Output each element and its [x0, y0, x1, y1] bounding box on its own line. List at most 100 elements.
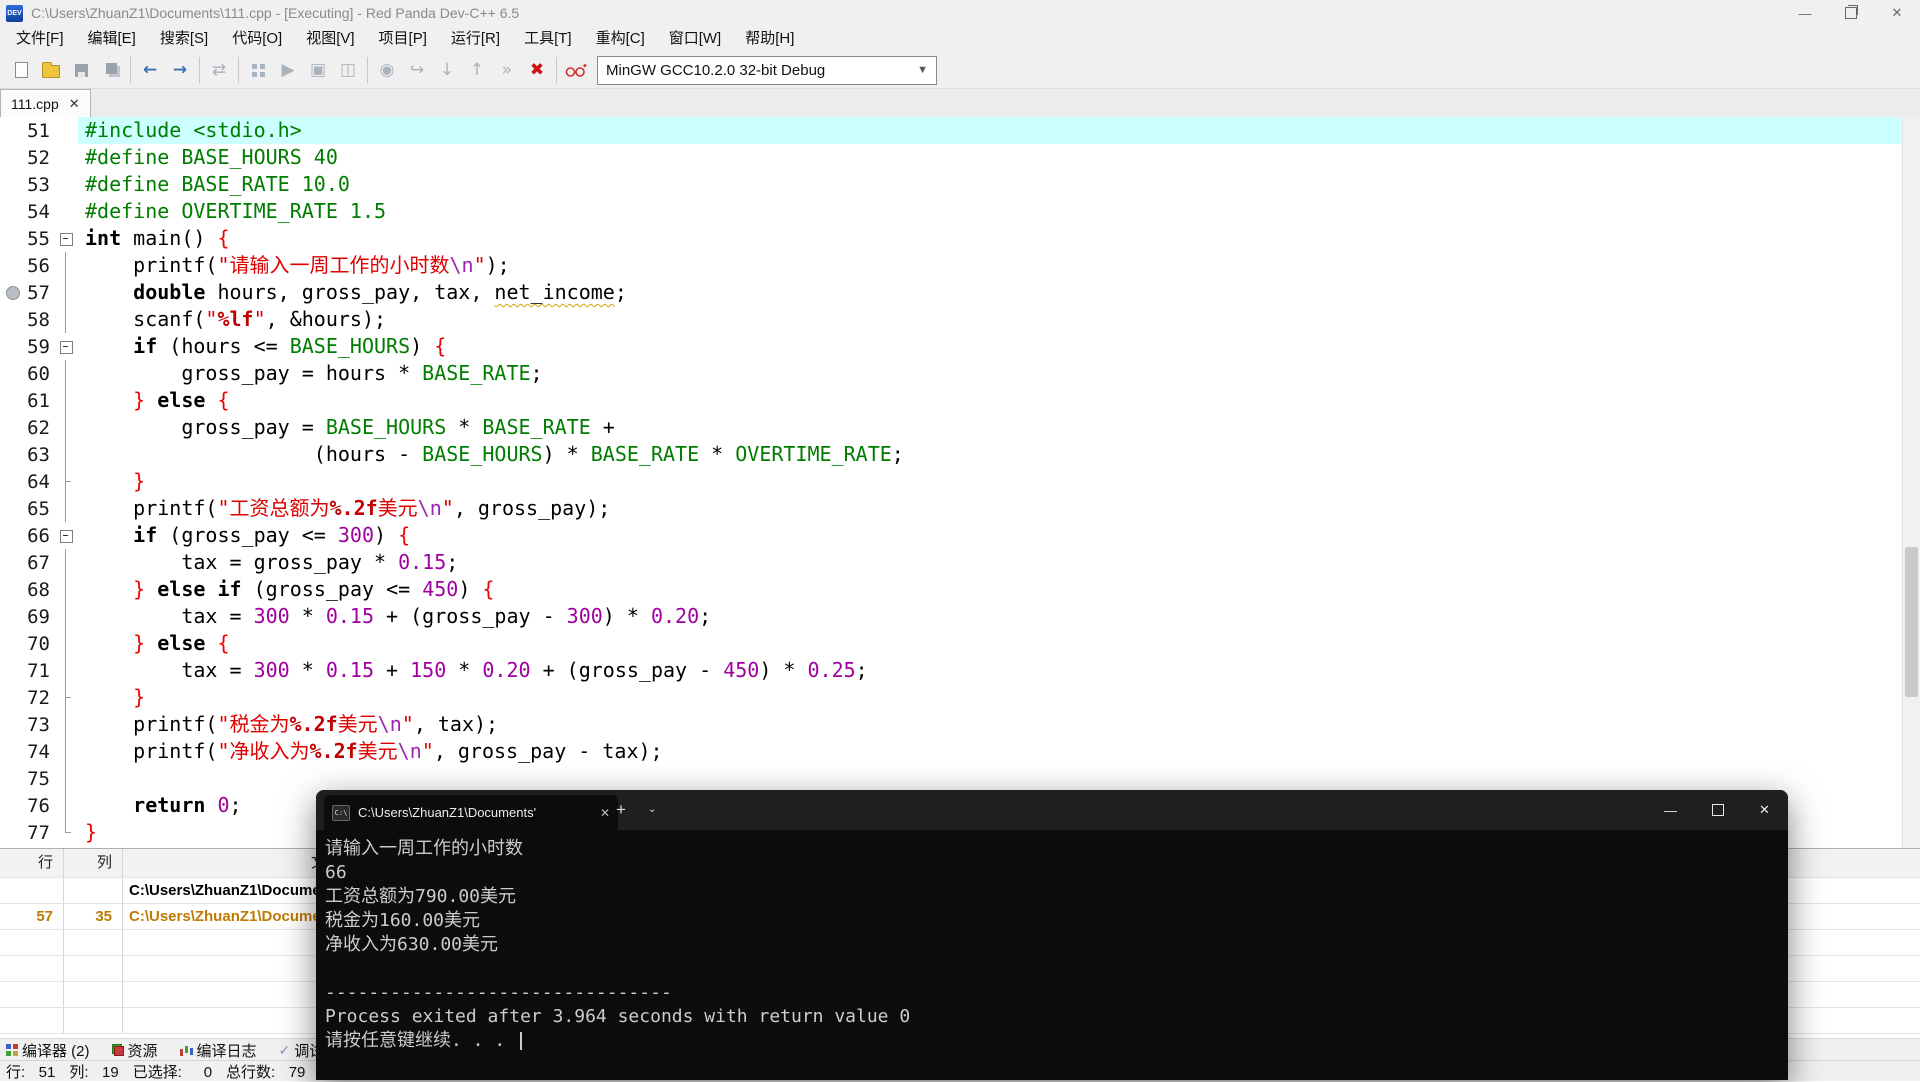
terminal-close-button[interactable]: ✕	[1741, 790, 1788, 830]
run-button[interactable]: ▶	[273, 56, 303, 84]
code-line-54[interactable]: 54 #define OVERTIME_RATE 1.5	[0, 198, 1903, 225]
fold-margin[interactable]	[54, 333, 78, 360]
gutter-line-70[interactable]: 70	[0, 630, 54, 657]
code-line-73[interactable]: 73 printf("税金为%.2f美元\n", tax);	[0, 711, 1903, 738]
gutter-line-64[interactable]: 64	[0, 468, 54, 495]
code-line-56[interactable]: 56 printf("请输入一周工作的小时数\n");	[0, 252, 1903, 279]
code-line-74[interactable]: 74 printf("净收入为%.2f美元\n", gross_pay - ta…	[0, 738, 1903, 765]
terminal-title-bar[interactable]: C:\ C:\Users\ZhuanZ1\Documents' ✕ + ⌄ — …	[316, 790, 1788, 830]
debug-button[interactable]: ◉	[372, 56, 402, 84]
tab-close-icon[interactable]: ✕	[69, 96, 80, 112]
restore-button[interactable]	[1828, 0, 1874, 26]
menu-item-3[interactable]: 代码[O]	[220, 26, 294, 52]
rebuild-button[interactable]: ▣	[303, 56, 333, 84]
code-line-60[interactable]: 60 gross_pay = hours * BASE_RATE;	[0, 360, 1903, 387]
code-line-57[interactable]: 57 double hours, gross_pay, tax, net_inc…	[0, 279, 1903, 306]
back-button[interactable]: ←	[135, 56, 165, 84]
gutter-line-65[interactable]: 65	[0, 495, 54, 522]
save-all-button[interactable]	[96, 56, 126, 84]
terminal-tab-close-icon[interactable]: ✕	[600, 806, 610, 820]
menu-item-6[interactable]: 运行[R]	[439, 26, 512, 52]
gutter-line-59[interactable]: 59	[0, 333, 54, 360]
save-button[interactable]	[66, 56, 96, 84]
gutter-line-68[interactable]: 68	[0, 576, 54, 603]
tab-111cpp[interactable]: 111.cpp ✕	[0, 89, 91, 117]
gutter-line-73[interactable]: 73	[0, 711, 54, 738]
fold-collapse-icon[interactable]	[60, 233, 73, 246]
code-line-55[interactable]: 55 int main() {	[0, 225, 1903, 252]
gutter-line-56[interactable]: 56	[0, 252, 54, 279]
menu-item-4[interactable]: 视图[V]	[294, 26, 366, 52]
code-line-66[interactable]: 66 if (gross_pay <= 300) {	[0, 522, 1903, 549]
gutter-line-67[interactable]: 67	[0, 549, 54, 576]
fold-collapse-icon[interactable]	[60, 341, 73, 354]
code-line-62[interactable]: 62 gross_pay = BASE_HOURS * BASE_RATE +	[0, 414, 1903, 441]
gutter-line-52[interactable]: 52	[0, 144, 54, 171]
continue-button[interactable]: »	[492, 56, 522, 84]
gutter-line-75[interactable]: 75	[0, 765, 54, 792]
step-into-button[interactable]: ↓	[432, 56, 462, 84]
menu-item-8[interactable]: 重构[C]	[584, 26, 657, 52]
gutter-line-66[interactable]: 66	[0, 522, 54, 549]
step-out-button[interactable]: ↑	[462, 56, 492, 84]
code-editor[interactable]: 51 #include <stdio.h> 52 #define BASE_HOURS…	[0, 117, 1903, 848]
gutter-line-76[interactable]: 76	[0, 792, 54, 819]
terminal-tab[interactable]: C:\ C:\Users\ZhuanZ1\Documents' ✕	[324, 795, 618, 830]
code-line-64[interactable]: 64 }	[0, 468, 1903, 495]
compile-button[interactable]	[243, 56, 273, 84]
fold-margin[interactable]	[54, 522, 78, 549]
bottom-tab-0[interactable]: 编译器 (2)	[6, 1039, 90, 1061]
fold-margin[interactable]	[54, 225, 78, 252]
bottom-tab-1[interactable]: 资源	[111, 1039, 158, 1061]
code-line-52[interactable]: 52 #define BASE_HOURS 40	[0, 144, 1903, 171]
bottom-tab-2[interactable]: 编译日志	[179, 1039, 257, 1061]
new-tab-button[interactable]: +	[616, 800, 626, 820]
terminal-output[interactable]: 请输入一周工作的小时数 66 工资总额为790.00美元 税金为160.00美元 净收入…	[316, 830, 1788, 1080]
menu-item-9[interactable]: 窗口[W]	[657, 26, 734, 52]
menu-item-7[interactable]: 工具[T]	[512, 26, 584, 52]
code-line-53[interactable]: 53 #define BASE_RATE 10.0	[0, 171, 1903, 198]
code-line-72[interactable]: 72 }	[0, 684, 1903, 711]
code-line-68[interactable]: 68 } else if (gross_pay <= 450) {	[0, 576, 1903, 603]
code-line-71[interactable]: 71 tax = 300 * 0.15 + 150 * 0.20 + (gros…	[0, 657, 1903, 684]
code-line-65[interactable]: 65 printf("工资总额为%.2f美元\n", gross_pay);	[0, 495, 1903, 522]
code-line-58[interactable]: 58 scanf("%lf", &hours);	[0, 306, 1903, 333]
step-over-button[interactable]: ↪	[402, 56, 432, 84]
terminal-minimize-button[interactable]: —	[1647, 790, 1694, 830]
code-line-51[interactable]: 51 #include <stdio.h>	[0, 117, 1903, 144]
menu-item-1[interactable]: 编辑[E]	[76, 26, 148, 52]
gutter-line-51[interactable]: 51	[0, 117, 54, 144]
code-line-61[interactable]: 61 } else {	[0, 387, 1903, 414]
menu-item-2[interactable]: 搜索[S]	[148, 26, 220, 52]
menu-item-5[interactable]: 项目[P]	[367, 26, 439, 52]
code-line-70[interactable]: 70 } else {	[0, 630, 1903, 657]
fold-collapse-icon[interactable]	[60, 530, 73, 543]
gutter-line-53[interactable]: 53	[0, 171, 54, 198]
gutter-line-71[interactable]: 71	[0, 657, 54, 684]
gutter-line-54[interactable]: 54	[0, 198, 54, 225]
gutter-line-55[interactable]: 55	[0, 225, 54, 252]
tab-dropdown-icon[interactable]: ⌄	[648, 804, 656, 815]
gutter-line-72[interactable]: 72	[0, 684, 54, 711]
reformat-button[interactable]: ⇄	[204, 56, 234, 84]
code-line-59[interactable]: 59 if (hours <= BASE_HOURS) {	[0, 333, 1903, 360]
editor-scrollbar[interactable]	[1902, 117, 1920, 848]
minimize-button[interactable]: —	[1782, 0, 1828, 26]
open-button[interactable]	[36, 56, 66, 84]
scrollbar-thumb[interactable]	[1905, 547, 1918, 697]
gutter-line-58[interactable]: 58	[0, 306, 54, 333]
gutter-line-57[interactable]: 57	[0, 279, 54, 306]
gutter-line-60[interactable]: 60	[0, 360, 54, 387]
code-line-63[interactable]: 63 (hours - BASE_HOURS) * BASE_RATE * OV…	[0, 441, 1903, 468]
code-line-67[interactable]: 67 tax = gross_pay * 0.15;	[0, 549, 1903, 576]
add-watch-button[interactable]	[561, 56, 591, 84]
forward-button[interactable]: →	[165, 56, 195, 84]
new-file-button[interactable]	[6, 56, 36, 84]
menu-item-10[interactable]: 帮助[H]	[733, 26, 806, 52]
stop-button[interactable]: ✖	[522, 56, 552, 84]
code-line-69[interactable]: 69 tax = 300 * 0.15 + (gross_pay - 300) …	[0, 603, 1903, 630]
compiler-select[interactable]: MinGW GCC10.2.0 32-bit Debug ▼	[597, 55, 937, 85]
menu-item-0[interactable]: 文件[F]	[4, 26, 76, 52]
gutter-line-62[interactable]: 62	[0, 414, 54, 441]
close-button[interactable]: ✕	[1874, 0, 1920, 26]
